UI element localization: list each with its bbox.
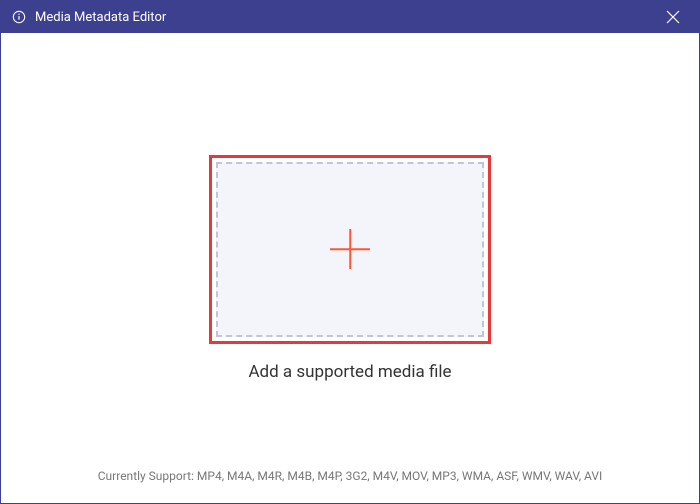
main-content: Add a supported media file Currently Sup… [9,41,691,495]
app-window: Media Metadata Editor Add a supported me… [0,0,700,504]
close-icon [666,10,680,24]
titlebar: Media Metadata Editor [1,1,699,33]
supported-formats-text: Currently Support: MP4, M4A, M4R, M4B, M… [9,469,691,483]
dropzone-highlight [209,155,491,344]
file-dropzone[interactable] [216,162,484,337]
dropzone-label: Add a supported media file [248,362,451,382]
info-icon [11,9,27,25]
plus-icon [330,229,370,269]
close-button[interactable] [657,1,689,33]
window-title: Media Metadata Editor [35,10,657,25]
